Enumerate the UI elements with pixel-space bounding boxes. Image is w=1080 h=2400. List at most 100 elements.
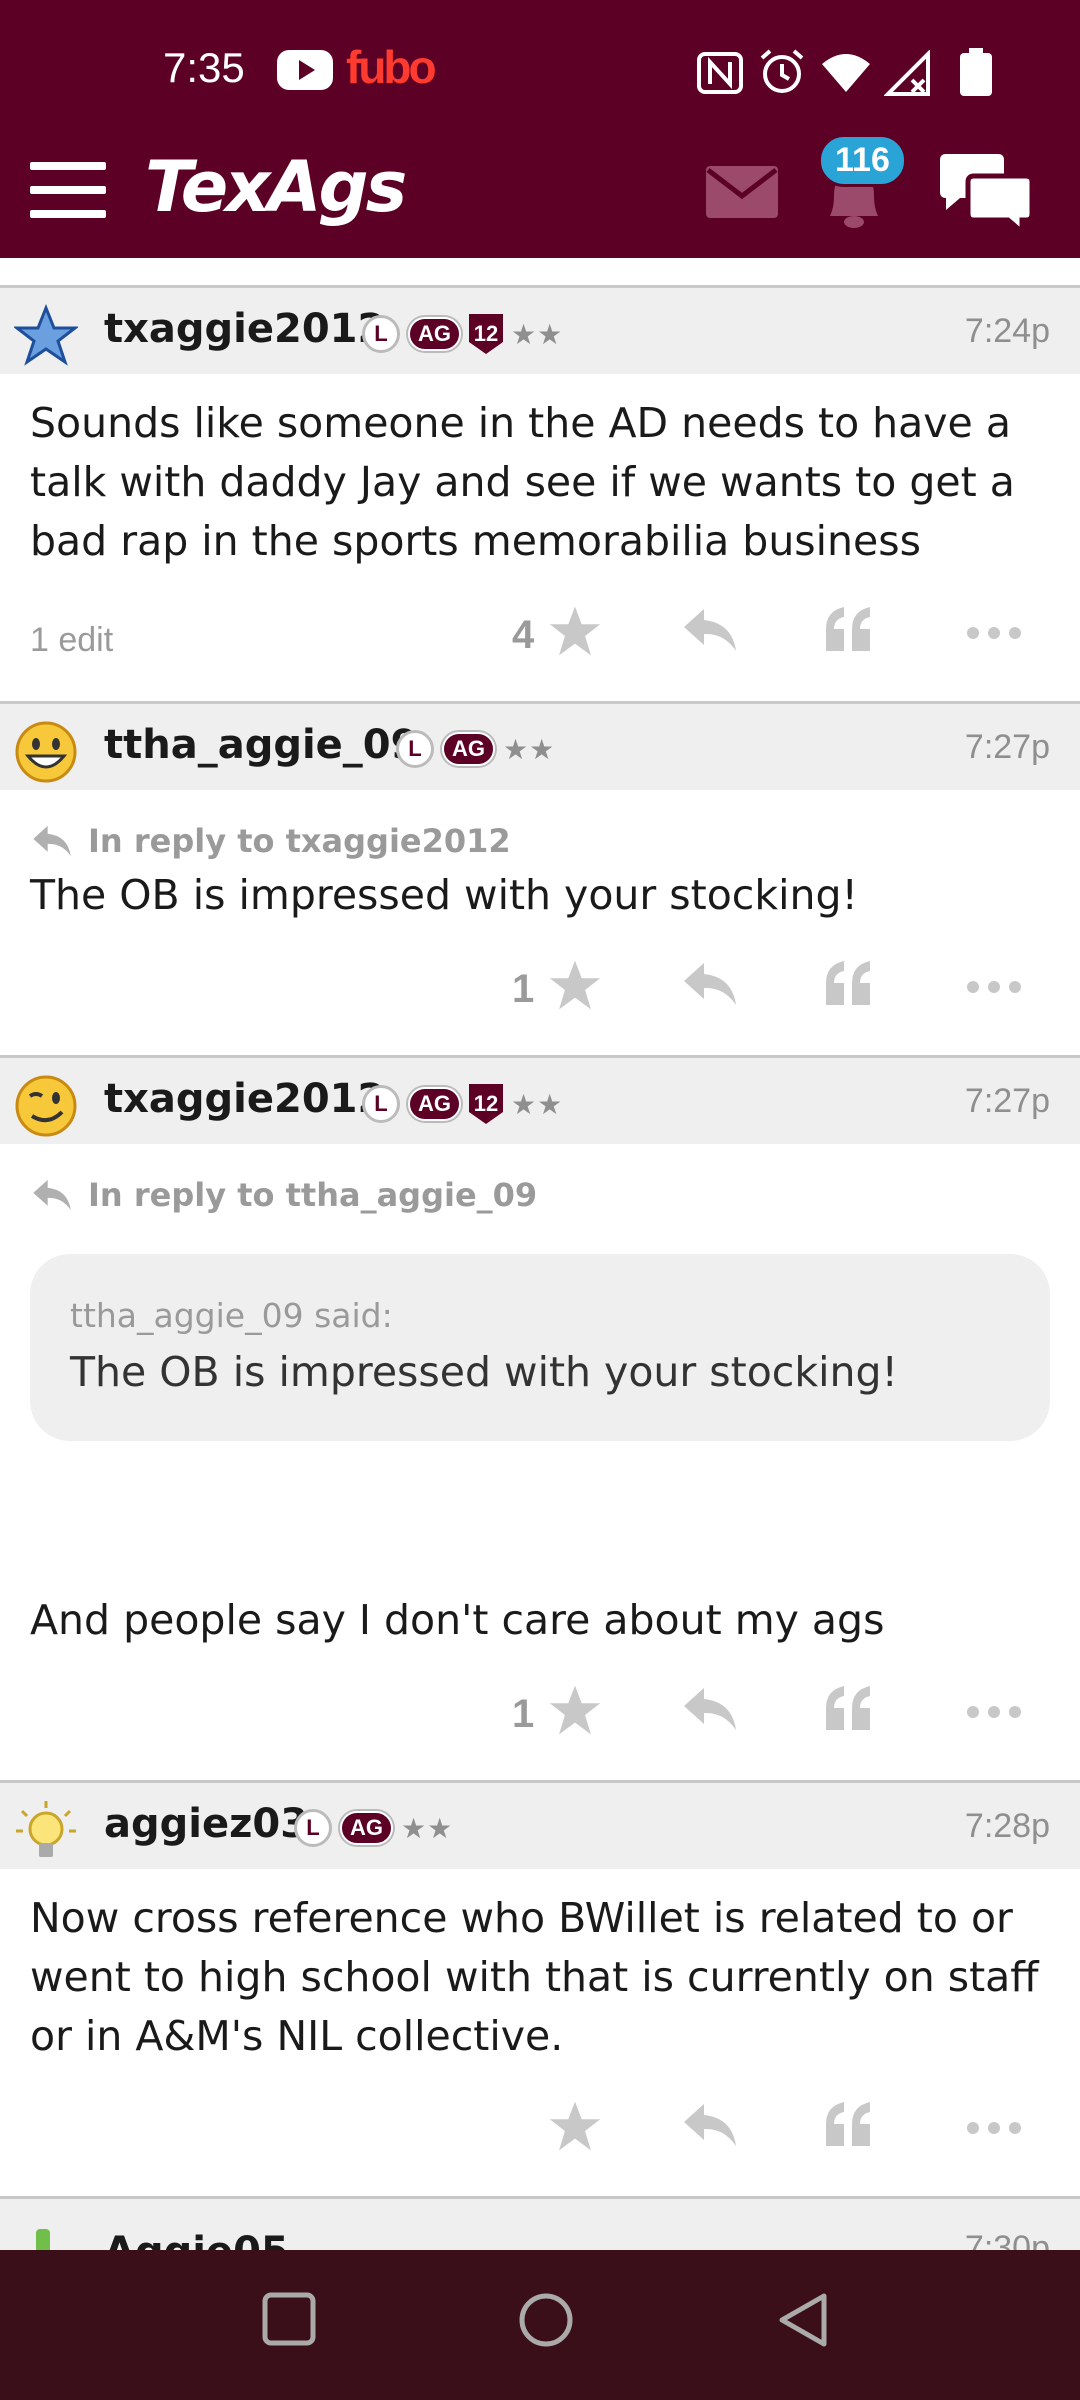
recents-button[interactable] (262, 2292, 316, 2350)
avatar-lightbulb-icon[interactable] (14, 1799, 78, 1863)
post-header: txaggie2012 L AG 12 ★★ 7:24p (0, 288, 1080, 374)
post: txaggie2012 L AG 12 ★★ 7:27p In reply to… (0, 1058, 1080, 1783)
star-icon[interactable] (548, 605, 602, 661)
status-time: 7:35 (163, 44, 245, 91)
post-text: Sounds like someone in the AD needs to h… (30, 399, 1015, 565)
battery-icon (960, 48, 992, 100)
quote-icon[interactable] (824, 605, 874, 657)
system-nav-bar (0, 2250, 1080, 2400)
quote-author: ttha_aggie_09 said: (70, 1296, 393, 1335)
reply-icon[interactable] (682, 1684, 738, 1738)
youtube-icon (277, 50, 333, 94)
post-actions: 1 (0, 1650, 1080, 1780)
more-options-icon[interactable] (966, 979, 1022, 998)
flair-stars: ★★ (511, 1087, 564, 1121)
texags-logo[interactable]: TexAgs (145, 146, 407, 228)
star-count: 4 (512, 613, 535, 657)
more-options-icon[interactable] (966, 1704, 1022, 1723)
post-text: And people say I don't care about my ags (30, 1596, 885, 1644)
mail-icon[interactable] (706, 166, 778, 222)
post-header: txaggie2012 L AG 12 ★★ 7:27p (0, 1058, 1080, 1144)
app-bar: 7:35 fubo TexAgs 116 (0, 0, 1080, 258)
star-icon[interactable] (548, 959, 602, 1015)
avatar-icon[interactable] (14, 2225, 78, 2250)
post-header: aggiez03 L AG ★★ 7:28p (0, 1783, 1080, 1869)
post-actions: 1 (0, 925, 1080, 1055)
avatar-star-icon[interactable] (12, 303, 80, 368)
more-options-icon[interactable] (966, 2120, 1022, 2139)
quote-icon[interactable] (824, 959, 874, 1011)
post-actions (0, 2066, 1080, 2196)
username[interactable]: txaggie2012 (104, 1076, 385, 1122)
quote-block: ttha_aggie_09 said: The OB is impressed … (30, 1254, 1050, 1441)
post: ttha_aggie_09 L AG ★★ 7:27p In reply to … (0, 704, 1080, 1058)
chat-icon[interactable] (936, 152, 1036, 240)
nfc-icon (697, 52, 743, 98)
post-time: 7:30p (964, 2229, 1050, 2250)
post-body: In reply to ttha_aggie_09 ttha_aggie_09 … (0, 1144, 1080, 1650)
flair-12th-man-badge: 12 (469, 1084, 503, 1124)
username[interactable]: txaggie2012 (104, 306, 385, 352)
star-icon[interactable] (548, 2100, 602, 2156)
reply-icon[interactable] (682, 959, 738, 1013)
post-text: The OB is impressed with your stocking! (30, 871, 858, 919)
quote-text: The OB is impressed with your stocking! (70, 1348, 898, 1396)
flair-stars: ★★ (511, 317, 564, 351)
back-button[interactable] (776, 2292, 830, 2352)
star-count: 1 (512, 1692, 535, 1736)
user-flair: L AG ★★ (396, 730, 555, 768)
star-icon[interactable] (548, 1684, 602, 1740)
status-bar: 7:35 fubo (0, 0, 1080, 140)
post-body: Now cross reference who BWillet is relat… (0, 1869, 1080, 2066)
post-header: ttha_aggie_09 L AG ★★ 7:27p (0, 704, 1080, 790)
post-time: 7:24p (964, 312, 1050, 350)
username[interactable]: ttha_aggie_09 (104, 722, 418, 768)
post: txaggie2012 L AG 12 ★★ 7:24p Sounds like… (0, 288, 1080, 704)
post-body: Sounds like someone in the AD needs to h… (0, 374, 1080, 571)
edit-count-link[interactable]: 1 edit (30, 621, 113, 660)
avatar-smiley-icon[interactable] (14, 720, 78, 784)
avatar-wink-icon[interactable] (14, 1074, 78, 1138)
flair-ag-badge: AG (408, 317, 461, 351)
home-button[interactable] (518, 2292, 574, 2352)
flair-ag-badge: AG (442, 732, 495, 766)
post-time: 7:28p (964, 1807, 1050, 1845)
thread-feed[interactable]: txaggie2012 L AG 12 ★★ 7:24p Sounds like… (0, 258, 1080, 2250)
post-text: Now cross reference who BWillet is relat… (30, 1894, 1039, 2060)
alarm-icon (758, 48, 806, 100)
flair-12th-man-badge: 12 (469, 314, 503, 354)
reply-to-link[interactable]: In reply to ttha_aggie_09 (30, 1176, 1050, 1214)
menu-icon[interactable] (30, 160, 106, 224)
flair-l-badge: L (396, 730, 434, 768)
flair-stars: ★★ (503, 732, 556, 766)
user-flair: L AG ★★ (294, 1809, 453, 1847)
user-flair: L AG 12 ★★ (362, 1084, 563, 1124)
more-options-icon[interactable] (966, 625, 1022, 644)
post: aggiez03 L AG ★★ 7:28p Now cross referen… (0, 1783, 1080, 2199)
flair-ag-badge: AG (340, 1811, 393, 1845)
flair-ag-badge: AG (408, 1087, 461, 1121)
reply-to-label: In reply to ttha_aggie_09 (88, 1176, 538, 1214)
notification-count-badge[interactable]: 116 (818, 134, 907, 187)
reply-to-label: In reply to txaggie2012 (88, 822, 511, 860)
fubo-icon: fubo (346, 41, 437, 93)
post-time: 7:27p (964, 1082, 1050, 1120)
quote-icon[interactable] (824, 1684, 874, 1736)
flair-l-badge: L (294, 1809, 332, 1847)
post-actions: 1 edit 4 (0, 571, 1080, 701)
post-header: Aggie05 7:30p (0, 2199, 1080, 2250)
wifi-icon (820, 52, 872, 98)
username[interactable]: aggiez03 (104, 1801, 308, 1847)
post-time: 7:27p (964, 728, 1050, 766)
username[interactable]: Aggie05 (104, 2229, 289, 2250)
user-flair: L AG 12 ★★ (362, 314, 563, 354)
star-count: 1 (512, 967, 535, 1011)
flair-l-badge: L (362, 315, 400, 353)
reply-icon[interactable] (682, 605, 738, 659)
post-body: In reply to txaggie2012 The OB is impres… (0, 790, 1080, 925)
reply-to-link[interactable]: In reply to txaggie2012 (30, 822, 1050, 860)
reply-icon[interactable] (682, 2100, 738, 2154)
quote-icon[interactable] (824, 2100, 874, 2152)
signal-icon (883, 49, 932, 100)
flair-stars: ★★ (401, 1811, 454, 1845)
